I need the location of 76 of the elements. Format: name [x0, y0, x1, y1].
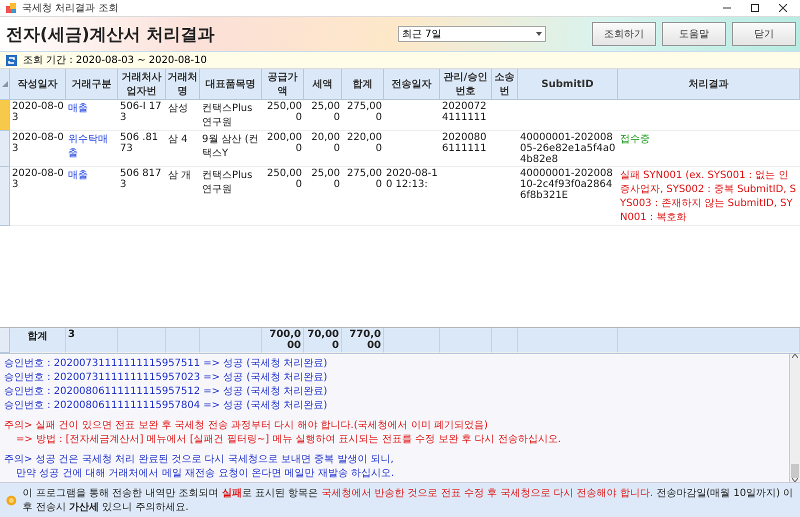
column-header[interactable]: SubmitID — [518, 69, 618, 100]
table-cell: 25,000 — [304, 167, 342, 226]
corner-icon — [2, 81, 8, 87]
column-header[interactable]: 대표품목명 — [200, 69, 262, 100]
refresh-icon — [6, 54, 17, 66]
column-header[interactable]: 전송일자 — [384, 69, 440, 100]
table-cell: 2020-08-03 — [10, 131, 66, 167]
table-cell: 매출 — [66, 167, 118, 226]
table-cell: 실패 SYN001 (ex. SYS001 : 없는 인증사업자, SYS002 : 중복 SubmitID, SYS003 : 존재하지 않는 SubmitID, SYN001 : 복호화 — [618, 167, 800, 226]
log-line: 승인번호 : 20200731111111115957023 => 성공 (국세청 처리완료) — [4, 371, 328, 384]
total-cell: 770,000 — [342, 328, 384, 353]
caret-icon — [536, 32, 542, 36]
table-cell: 25,000 — [304, 100, 342, 131]
table-cell: 2020-08-10 12:13: — [384, 167, 440, 226]
column-header[interactable]: 관리/승인번호 — [440, 69, 492, 100]
log-line: => 방법 : [전자세금계산서] 메뉴에서 [실패건 필터링~] 메뉴 실행하여 표시되는 전표를 수정 보완 후 다시 전송하십시오. — [15, 433, 562, 446]
scrollbar[interactable] — [789, 354, 800, 482]
table-cell: 삼 4 — [166, 131, 200, 167]
table-cell: 2020-08-03 — [10, 167, 66, 226]
window-title: 국세청 처리결과 조회 — [22, 2, 120, 15]
table-cell: 위수탁매출 — [66, 131, 118, 167]
table-cell: 삼 개 — [166, 167, 200, 226]
table-cell: 20,000 — [304, 131, 342, 167]
table-cell: 40000001-20200805-26e82e1a5f4a04b82e8 — [518, 131, 618, 167]
total-cell: 700,000 — [262, 328, 304, 353]
table-cell: 250,000 — [262, 100, 304, 131]
close-icon[interactable] — [779, 4, 787, 12]
table-cell: 20200724111111 — [440, 100, 492, 131]
column-header[interactable]: 처리결과 — [618, 69, 800, 100]
table-cell: 컨택스Plus 연구원 — [200, 100, 262, 131]
toolbar-button[interactable]: 조회하기 — [592, 22, 656, 46]
info-icon — [6, 494, 17, 506]
scroll-down-icon[interactable] — [792, 478, 798, 482]
table-cell: 삼성 — [166, 100, 200, 131]
log-line: 승인번호 : 20200731111111115957511 => 성공 (국세청 처리완료) — [4, 357, 328, 370]
total-cell: 3 — [66, 328, 118, 353]
table-cell: 9월 삼산 (컨택스Y — [200, 131, 262, 167]
period-label: 조회 기간 : 2020-08-03 ~ 2020-08-10 — [23, 54, 207, 67]
column-header[interactable]: 거래처사업자번 — [118, 69, 166, 100]
table-cell: 506-I 173 — [118, 100, 166, 131]
table-cell: 컨택스Plus 연구원 — [200, 167, 262, 226]
table-cell: 275,000 — [342, 100, 384, 131]
app-icon — [6, 3, 16, 13]
table-cell: 200,000 — [262, 131, 304, 167]
column-header[interactable]: 거래구분 — [66, 69, 118, 100]
table-cell: 매출 — [66, 100, 118, 131]
column-header[interactable]: 합계 — [342, 69, 384, 100]
log-line: 승인번호 : 20200806111111115957804 => 성공 (국세청 처리완료) — [4, 399, 328, 412]
table-cell: 506 .8173 — [118, 131, 166, 167]
table-cell: 506 8173 — [118, 167, 166, 226]
column-header[interactable]: 소송번 — [492, 69, 518, 100]
toolbar-button[interactable]: 도움말 — [662, 22, 726, 46]
column-header[interactable]: 세액 — [304, 69, 342, 100]
table-cell: 접수중 — [618, 131, 800, 167]
period-dropdown[interactable]: 최근 7일 — [398, 26, 546, 42]
log-line: 주의> 실패 건이 있으면 전표 보완 후 국세청 전송 과정부터 다시 해야 합니다.(국세청에서 이미 폐기되었음) — [4, 419, 489, 432]
footer-notice: 이 프로그램을 통해 전송한 내역만 조회되며 실패로 표시된 항목은 국세청에서 반송한 것으로 전표 수정 후 국세청으로 다시 전송해야 합니다. 전송마감일(매월 10일까지) 이 후 전송시 가산세 있으니 주의하세요. — [22, 487, 794, 514]
table-cell: 250,000 — [262, 167, 304, 226]
column-header[interactable]: 작성일자 — [10, 69, 66, 100]
toolbar-button[interactable]: 닫기 — [732, 22, 796, 46]
log-line: 승인번호 : 20200806111111115957512 => 성공 (국세청 처리완료) — [4, 385, 328, 398]
total-cell: 합계 — [10, 328, 66, 353]
column-header[interactable]: 공급가액 — [262, 69, 304, 100]
total-cell: 70,000 — [304, 328, 342, 353]
table-cell: 220,000 — [342, 131, 384, 167]
column-header[interactable]: 거래처명 — [166, 69, 200, 100]
page-title: 전자(세금)계산서 처리결과 — [6, 24, 216, 46]
table-cell: 275,000 — [342, 167, 384, 226]
table-cell: 2020-08-03 — [10, 100, 66, 131]
table-cell: 40000001-20200810-2c4f93f0a28646f8b321E — [518, 167, 618, 226]
maximize-icon[interactable] — [751, 4, 759, 12]
log-line: 주의> 성공 건은 국세청 처리 완료된 것으로 다시 국세청으로 보내면 중복 발생이 되니, — [4, 453, 395, 466]
scroll-up-icon[interactable] — [792, 354, 798, 358]
log-line: 만약 성공 건에 대해 거래처에서 메일 재전송 요청이 온다면 메일만 재발송 하십시오. — [15, 467, 396, 480]
scroll-thumb[interactable] — [791, 464, 799, 478]
table-cell: 20200806111111 — [440, 131, 492, 167]
